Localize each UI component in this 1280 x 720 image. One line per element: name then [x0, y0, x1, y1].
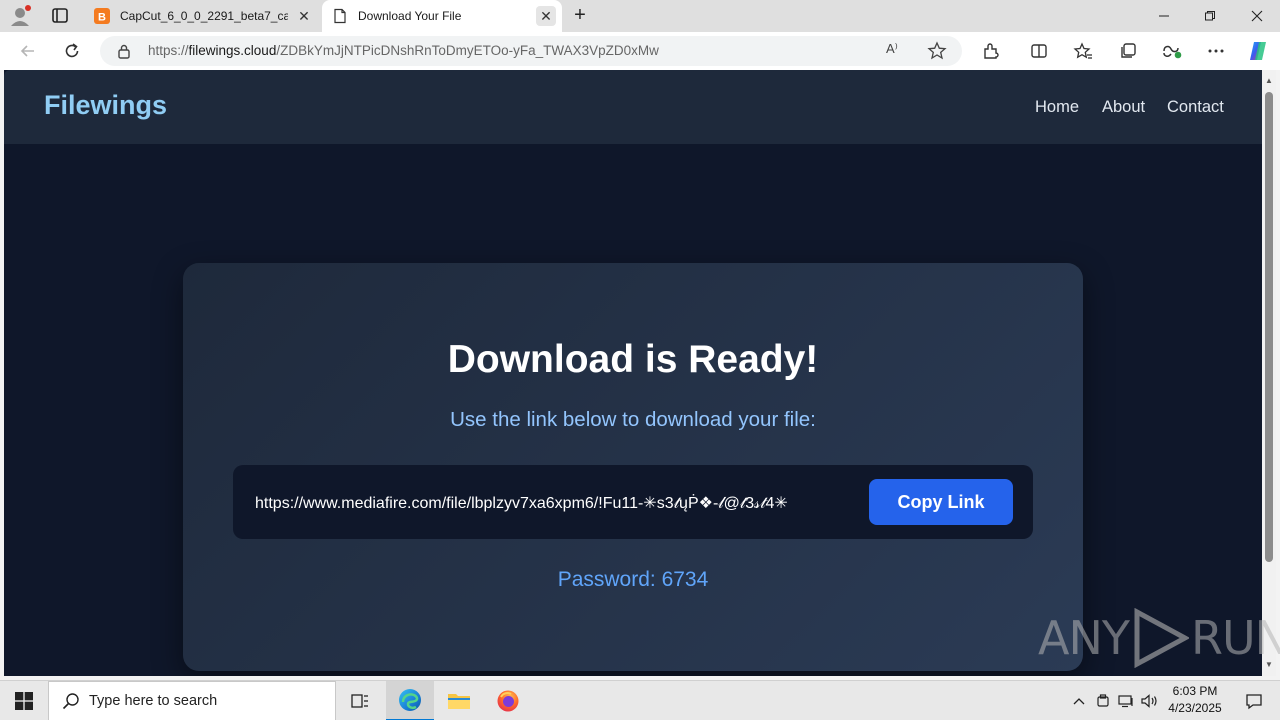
clock-date: 4/23/2025 — [1168, 701, 1222, 715]
network-icon[interactable] — [1116, 691, 1136, 711]
start-button[interactable] — [0, 681, 48, 720]
more-menu-icon[interactable] — [1202, 39, 1230, 63]
windows-taskbar: Type here to search 6:03 PM 4/23/2025 — [0, 680, 1280, 720]
tab-title: CapCut_6_0_0_2291_beta7_capcu — [120, 9, 288, 23]
firefox-icon[interactable] — [484, 681, 532, 720]
browser-toolbar: https://filewings.cloud/ZDBkYmJjNTPicDNs… — [0, 32, 1280, 70]
site-logo[interactable]: Filewings — [44, 90, 167, 121]
anyrun-watermark: ANY RUN — [1038, 606, 1280, 670]
search-icon — [62, 693, 79, 710]
lock-icon[interactable] — [116, 43, 132, 59]
extensions-icon[interactable] — [977, 39, 1005, 63]
taskbar-search-box[interactable]: Type here to search — [48, 681, 336, 720]
copy-link-button[interactable]: Copy Link — [869, 479, 1013, 525]
new-tab-icon[interactable]: + — [568, 5, 592, 27]
security-tray-icon[interactable] — [1094, 691, 1112, 711]
download-heading: Download is Ready! — [447, 338, 819, 381]
clock-time: 6:03 PM — [1172, 684, 1218, 698]
back-icon[interactable] — [14, 38, 42, 64]
split-screen-icon[interactable] — [1025, 39, 1053, 63]
link-box: https://www.mediafire.com/file/lbplzyv7x… — [233, 465, 1033, 539]
close-tab-icon[interactable]: ✕ — [536, 6, 556, 26]
show-hidden-icons-icon[interactable] — [1070, 691, 1088, 711]
browser-essentials-icon[interactable] — [1158, 39, 1186, 63]
blogger-favicon-icon: B — [94, 8, 110, 24]
favorites-icon[interactable] — [1069, 39, 1097, 63]
download-subheading: Use the link below to download your file… — [450, 408, 816, 431]
site-header: Filewings Home About Contact — [4, 70, 1262, 144]
windows-logo-icon — [15, 692, 33, 710]
tab-title: Download Your File — [358, 9, 462, 23]
file-explorer-icon[interactable] — [435, 681, 483, 720]
taskbar-clock[interactable]: 6:03 PM 4/23/2025 — [1160, 683, 1230, 717]
scrollbar-thumb[interactable] — [1265, 92, 1273, 562]
edge-taskbar-icon[interactable] — [386, 681, 434, 720]
password-text: Password: 6734 — [557, 568, 709, 591]
svg-text:B: B — [98, 12, 106, 24]
address-bar[interactable]: https://filewings.cloud/ZDBkYmJjNTPicDNs… — [100, 36, 962, 66]
scroll-up-icon[interactable]: ▲ — [1262, 74, 1276, 88]
tab-download[interactable]: Download Your File ✕ — [322, 0, 562, 32]
restore-icon[interactable] — [1187, 0, 1233, 32]
close-tab-icon[interactable]: ✕ — [294, 6, 314, 26]
collections-icon[interactable] — [1114, 39, 1142, 63]
watermark-right-text: RUN — [1190, 611, 1280, 665]
nav-link-home[interactable]: Home — [1035, 98, 1079, 117]
download-link-text[interactable]: https://www.mediafire.com/file/lbplzyv7x… — [255, 493, 869, 513]
notification-icon[interactable] — [1234, 681, 1274, 720]
profile-icon[interactable] — [8, 4, 34, 28]
tab-capcut[interactable]: B CapCut_6_0_0_2291_beta7_capcu ✕ — [84, 0, 320, 32]
nav-link-about[interactable]: About — [1102, 98, 1145, 117]
page-scrollbar[interactable]: ▲ ▼ — [1262, 70, 1276, 676]
refresh-icon[interactable] — [58, 38, 86, 64]
favorite-star-icon[interactable] — [926, 40, 948, 62]
close-window-icon[interactable] — [1234, 0, 1280, 32]
search-placeholder: Type here to search — [89, 693, 218, 709]
tab-actions-icon[interactable] — [46, 4, 74, 28]
download-card: Download is Ready! Use the link below to… — [183, 263, 1083, 671]
url-text: https://filewings.cloud/ZDBkYmJjNTPicDNs… — [148, 43, 659, 58]
minimize-icon[interactable] — [1141, 0, 1187, 32]
volume-icon[interactable] — [1140, 691, 1160, 711]
watermark-left-text: ANY — [1038, 611, 1130, 665]
page-favicon-icon — [332, 8, 348, 24]
nav-link-contact[interactable]: Contact — [1167, 98, 1224, 117]
play-triangle-icon — [1134, 608, 1189, 668]
browser-tab-strip: B CapCut_6_0_0_2291_beta7_capcu ✕ Downlo… — [0, 0, 1280, 32]
copilot-icon[interactable] — [1244, 39, 1272, 63]
page-viewport: Filewings Home About Contact Download is… — [4, 70, 1262, 676]
read-aloud-icon[interactable]: A⁾ — [886, 41, 908, 61]
task-view-icon[interactable] — [336, 681, 384, 720]
